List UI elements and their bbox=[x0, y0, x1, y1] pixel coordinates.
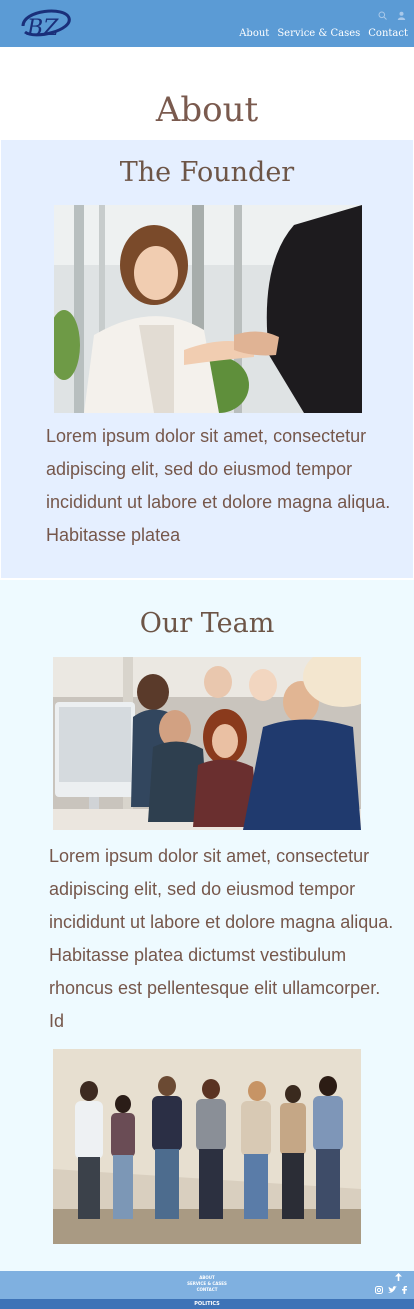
social-icons bbox=[375, 1286, 407, 1296]
nav-contact[interactable]: Contact bbox=[368, 28, 408, 39]
search-icon[interactable] bbox=[378, 11, 387, 20]
nav-service-cases[interactable]: Service & Cases bbox=[277, 28, 360, 39]
team-section: Our Team Lorem ipsum dolor sit amet, con… bbox=[0, 580, 414, 1271]
founder-photo bbox=[54, 205, 362, 413]
founder-title: The Founder bbox=[119, 157, 295, 188]
instagram-icon[interactable] bbox=[375, 1286, 383, 1296]
user-icon[interactable] bbox=[397, 11, 406, 20]
twitter-icon[interactable] bbox=[388, 1286, 397, 1296]
footer-bottom-bar: POLITICS bbox=[0, 1299, 414, 1309]
team-title: Our Team bbox=[139, 608, 275, 639]
team-text: Lorem ipsum dolor sit amet, consectetur … bbox=[49, 846, 394, 1031]
site-footer: ABOUT SERVICE & CASES CONTACT bbox=[0, 1271, 414, 1299]
nav-about[interactable]: About bbox=[239, 28, 269, 39]
founder-text: Lorem ipsum dolor sit amet, consectetur … bbox=[46, 426, 391, 545]
page-title: About bbox=[155, 90, 259, 130]
site-logo[interactable]: BZ bbox=[17, 4, 73, 42]
logo-text: BZ bbox=[26, 16, 59, 41]
team-group-photo bbox=[53, 1049, 361, 1244]
footer-link-contact[interactable]: CONTACT bbox=[0, 1287, 414, 1293]
main-nav: About Service & Cases Contact bbox=[239, 28, 408, 39]
founder-section: The Founder Lorem ipsum dolor sit amet, … bbox=[1, 140, 413, 578]
header-icons bbox=[378, 11, 406, 20]
team-office-photo bbox=[53, 657, 361, 830]
facebook-icon[interactable] bbox=[402, 1286, 407, 1296]
site-header: BZ About Service & Cases Contact bbox=[0, 0, 414, 47]
footer-links: ABOUT SERVICE & CASES CONTACT bbox=[0, 1275, 414, 1293]
arrow-up-icon[interactable] bbox=[395, 1273, 402, 1283]
footer-bottom-text[interactable]: POLITICS bbox=[0, 1299, 414, 1309]
